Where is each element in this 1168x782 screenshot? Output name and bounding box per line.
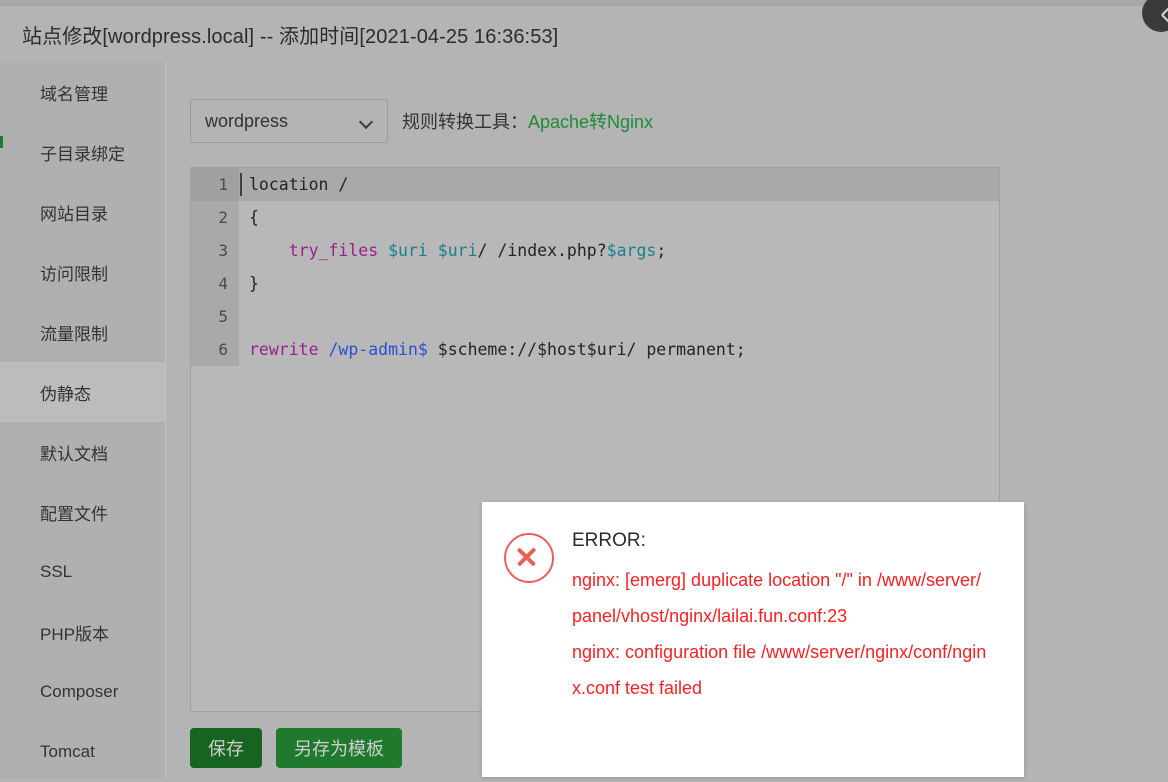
error-message: nginx: configuration file /www/server/ng… bbox=[572, 642, 987, 698]
save-as-template-button[interactable]: 另存为模板 bbox=[276, 728, 402, 768]
sidebar-item-8[interactable]: SSL bbox=[0, 542, 165, 602]
error-message: nginx: [emerg] duplicate location "/" in… bbox=[572, 570, 981, 626]
code-line: 2{ bbox=[191, 201, 999, 234]
code-line-text: try_files $uri $uri/ /index.php?$args; bbox=[239, 234, 667, 267]
code-token-var: $uri bbox=[388, 241, 428, 260]
main-content: wordpress 规则转换工具： Apache转Nginx 1 location… bbox=[167, 62, 1168, 778]
line-number: 3 bbox=[191, 234, 239, 267]
sidebar-item-label: 流量限制 bbox=[40, 324, 108, 344]
sidebar-item-11[interactable]: Tomcat bbox=[0, 722, 165, 782]
code-token-kw: try_files bbox=[288, 241, 379, 260]
code-token-plain: ; bbox=[656, 241, 667, 260]
apache-to-nginx-link[interactable]: Apache转Nginx bbox=[528, 108, 653, 134]
toolbar: wordpress 规则转换工具： Apache转Nginx bbox=[190, 99, 653, 143]
error-circle-x-icon bbox=[504, 533, 554, 583]
template-select-wrapper: wordpress bbox=[190, 99, 388, 143]
error-dialog-body: ERROR: nginx: [emerg] duplicate location… bbox=[572, 526, 990, 777]
line-number: 2 bbox=[191, 201, 239, 234]
line-number: 6 bbox=[191, 333, 239, 366]
code-token-path: /wp-admin$ bbox=[328, 340, 428, 359]
sidebar-item-label: 默认文档 bbox=[40, 444, 108, 464]
sidebar-item-label: 访问限制 bbox=[40, 264, 108, 284]
close-x-glyph bbox=[1142, 0, 1168, 32]
sidebar-item-label: Composer bbox=[40, 682, 119, 701]
error-heading: ERROR: bbox=[572, 530, 646, 551]
code-line: 3 try_files $uri $uri/ /index.php?$args; bbox=[191, 234, 999, 267]
footer-actions: 保存 另存为模板 bbox=[190, 728, 402, 768]
line-number: 1 bbox=[191, 168, 239, 201]
sidebar-item-6[interactable]: 默认文档 bbox=[0, 422, 165, 482]
sidebar-item-label: SSL bbox=[40, 562, 73, 581]
code-line-text: rewrite /wp-admin$ $scheme://$host$uri/ … bbox=[239, 333, 746, 366]
sidebar-item-label: 网站目录 bbox=[40, 204, 108, 224]
code-token-plain: $scheme://$host$uri/ permanent; bbox=[427, 340, 746, 359]
rewrite-template-select[interactable]: wordpress bbox=[190, 99, 388, 143]
close-icon[interactable] bbox=[1142, 0, 1168, 32]
code-line: 5 bbox=[191, 300, 999, 333]
code-token-var: $args bbox=[606, 241, 657, 260]
sidebar-item-1[interactable]: 子目录绑定 bbox=[0, 122, 165, 182]
code-line-text: { bbox=[239, 201, 259, 234]
sidebar-item-2[interactable]: 网站目录 bbox=[0, 182, 165, 242]
site-edit-window: 站点修改[wordpress.local] -- 添加时间[2021-04-25… bbox=[0, 0, 1168, 778]
code-token-var: $uri bbox=[437, 241, 478, 260]
sidebar-item-3[interactable]: 访问限制 bbox=[0, 242, 165, 302]
sidebar-item-label: 域名管理 bbox=[40, 84, 108, 104]
sidebar: 域名管理子目录绑定网站目录访问限制流量限制伪静态默认文档配置文件 SSL PHP版本… bbox=[0, 62, 166, 778]
sidebar-item-label: 伪静态 bbox=[40, 384, 91, 404]
line-number: 4 bbox=[191, 267, 239, 300]
code-line-text: } bbox=[239, 267, 259, 300]
code-line: 1 location / bbox=[191, 168, 999, 201]
sidebar-item-label: 子目录绑定 bbox=[40, 144, 125, 164]
sidebar-item-5[interactable]: 伪静态 bbox=[0, 362, 165, 422]
sidebar-item-label: 配置文件 bbox=[40, 504, 108, 524]
sidebar-item-label: Tomcat bbox=[40, 742, 95, 761]
error-message-list: nginx: [emerg] duplicate location "/" in… bbox=[572, 562, 990, 706]
save-button[interactable]: 保存 bbox=[190, 728, 262, 768]
sidebar-item-9[interactable]: PHP版本 bbox=[0, 602, 165, 662]
line-number: 5 bbox=[191, 300, 239, 333]
sidebar-item-10[interactable]: Composer bbox=[0, 662, 165, 722]
sidebar-item-7[interactable]: 配置文件 bbox=[0, 482, 165, 542]
window-titlebar: 站点修改[wordpress.local] -- 添加时间[2021-04-25… bbox=[0, 0, 1168, 62]
code-token-plain: } bbox=[249, 274, 259, 293]
code-line: 6 rewrite /wp-admin$ $scheme://$host$uri/… bbox=[191, 333, 999, 366]
code-token-plain: / /index.php? bbox=[477, 241, 607, 260]
page-title: 站点修改[wordpress.local] -- 添加时间[2021-04-25… bbox=[22, 25, 559, 48]
code-token-plain: { bbox=[249, 208, 259, 227]
code-token-plain: location / bbox=[249, 175, 349, 194]
code-token-kw: rewrite bbox=[249, 340, 319, 359]
code-line: 4} bbox=[191, 267, 999, 300]
code-line-text: location / bbox=[239, 168, 348, 201]
sidebar-item-4[interactable]: 流量限制 bbox=[0, 302, 165, 362]
sidebar-item-label: PHP版本 bbox=[40, 624, 109, 644]
error-dialog: ERROR: nginx: [emerg] duplicate location… bbox=[482, 502, 1024, 777]
converter-label: 规则转换工具： bbox=[402, 112, 528, 132]
sidebar-item-0[interactable]: 域名管理 bbox=[0, 62, 165, 122]
